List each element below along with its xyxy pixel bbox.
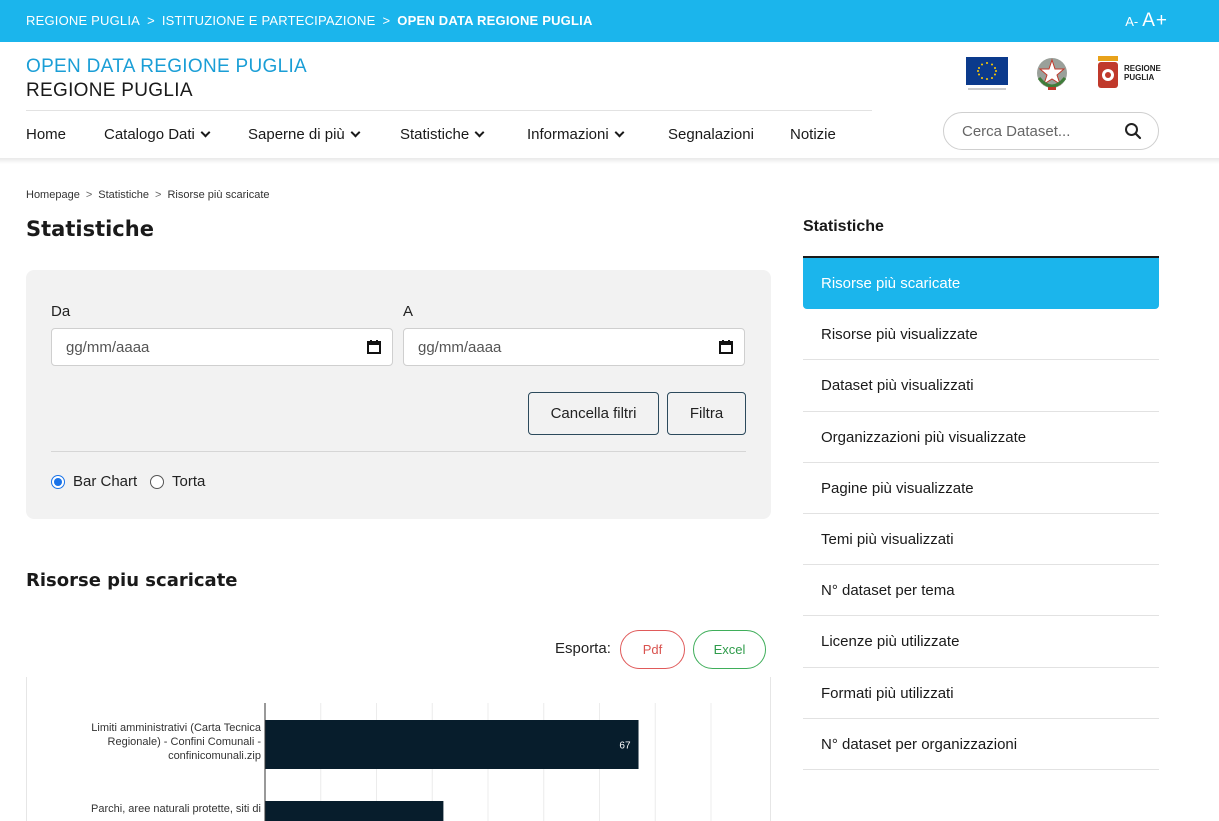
pie-chart-radio-label[interactable]: Torta bbox=[172, 472, 205, 492]
top-crumb-open-data[interactable]: OPEN DATA REGIONE PUGLIA bbox=[397, 13, 592, 28]
regione-puglia-logo-line1: REGIONE bbox=[1124, 64, 1161, 73]
nav-home-label: Home bbox=[26, 126, 67, 143]
date-to-input[interactable]: gg/mm/aaaa bbox=[403, 328, 745, 366]
chevron-down-icon bbox=[474, 127, 485, 138]
font-decrease-a: A bbox=[1125, 14, 1134, 29]
chart-category-label: confinicomunali.zip bbox=[168, 750, 261, 762]
chevron-down-icon bbox=[614, 127, 625, 138]
filter-panel: Da A gg/mm/aaaa gg/mm/aaaa Cancella filt… bbox=[26, 270, 771, 519]
breadcrumb-current: Risorse più scaricate bbox=[167, 189, 270, 201]
date-to-label: A bbox=[403, 303, 414, 320]
nav-statistiche-label: Statistiche bbox=[400, 126, 470, 143]
font-increase-button[interactable]: A+ bbox=[1138, 10, 1167, 31]
nav-informazioni-label: Informazioni bbox=[527, 126, 609, 143]
nav-statistiche[interactable]: Statistiche bbox=[400, 118, 485, 152]
apply-filter-button[interactable]: Filtra bbox=[667, 392, 746, 435]
font-increase-a: A bbox=[1142, 10, 1155, 31]
dataset-search bbox=[943, 112, 1159, 150]
site-title[interactable]: OPEN DATA REGIONE PUGLIA bbox=[26, 56, 307, 78]
sidebar-item-dataset-per-organizzazioni[interactable]: N° dataset per organizzazioni bbox=[803, 719, 1159, 770]
sidebar-item-dataset-piu-visualizzati[interactable]: Dataset più visualizzati bbox=[803, 360, 1159, 412]
eu-flag-logo bbox=[966, 57, 1008, 90]
sidebar-item-temi-piu-visualizzati[interactable]: Temi più visualizzati bbox=[803, 514, 1159, 566]
sidebar-menu: Risorse più scaricate Risorse più visual… bbox=[803, 258, 1159, 770]
nav-notizie[interactable]: Notizie bbox=[790, 118, 836, 152]
italian-republic-emblem bbox=[1037, 58, 1067, 90]
search-icon[interactable] bbox=[1124, 122, 1142, 140]
chart-category-label: Parchi, aree naturali protette, siti di bbox=[91, 803, 261, 815]
clear-filters-button[interactable]: Cancella filtri bbox=[528, 392, 659, 435]
export-label: Esporta: bbox=[555, 640, 611, 657]
chevron-down-icon bbox=[350, 127, 361, 138]
date-from-placeholder: gg/mm/aaaa bbox=[66, 339, 150, 356]
chart-category-label: Regionale) - Confini Comunali - bbox=[108, 736, 262, 748]
date-to-placeholder: gg/mm/aaaa bbox=[418, 339, 502, 356]
nav-home[interactable]: Home bbox=[26, 118, 66, 152]
calendar-icon[interactable] bbox=[366, 339, 382, 355]
bar-chart: 67 Limiti amministrativi (Carta Tecnica Re… bbox=[26, 677, 771, 821]
chart-bar bbox=[265, 720, 639, 769]
top-crumb-separator: > bbox=[382, 13, 391, 28]
nav-informazioni[interactable]: Informazioni bbox=[527, 118, 625, 152]
font-decrease-button[interactable]: A- bbox=[1125, 13, 1138, 30]
bar-chart-radio[interactable] bbox=[51, 475, 65, 489]
breadcrumb: Homepage > Statistiche > Risorse più scarica… bbox=[26, 189, 270, 201]
sidebar-item-risorse-piu-visualizzate[interactable]: Risorse più visualizzate bbox=[803, 309, 1159, 361]
export-excel-button[interactable]: Excel bbox=[693, 630, 766, 669]
site-subtitle: REGIONE PUGLIA bbox=[26, 80, 193, 101]
sidebar-item-licenze-piu-utilizzate[interactable]: Licenze più utilizzate bbox=[803, 616, 1159, 668]
sidebar-item-risorse-piu-scaricate[interactable]: Risorse più scaricate bbox=[803, 258, 1159, 310]
sidebar-title: Statistiche bbox=[803, 218, 884, 235]
top-crumb-istituzione[interactable]: ISTITUZIONE E PARTECIPAZIONE bbox=[162, 13, 376, 28]
font-size-controls: A- A+ bbox=[1125, 0, 1167, 42]
nav-catalogo-dati[interactable]: Catalogo Dati bbox=[104, 118, 211, 152]
panel-divider bbox=[51, 451, 746, 452]
results-title: Risorse piu scaricate bbox=[26, 570, 238, 591]
nav-saperne-di-piu[interactable]: Saperne di più bbox=[248, 118, 361, 152]
font-increase-plus: + bbox=[1155, 10, 1167, 31]
breadcrumb-homepage[interactable]: Homepage bbox=[26, 189, 80, 201]
date-from-input[interactable]: gg/mm/aaaa bbox=[51, 328, 393, 366]
date-from-label: Da bbox=[51, 303, 71, 320]
export-pdf-button[interactable]: Pdf bbox=[620, 630, 685, 669]
institution-breadcrumb: REGIONE PUGLIA > ISTITUZIONE E PARTECIPAZI… bbox=[26, 0, 593, 42]
breadcrumb-separator: > bbox=[155, 189, 162, 201]
regione-puglia-logo[interactable]: REGIONE PUGLIA bbox=[1096, 54, 1176, 94]
nav-saperne-label: Saperne di più bbox=[248, 126, 345, 143]
top-crumb-regione-puglia[interactable]: REGIONE PUGLIA bbox=[26, 13, 140, 28]
header-shadow bbox=[0, 158, 1219, 164]
regione-puglia-logo-line2: PUGLIA bbox=[1124, 73, 1155, 82]
chevron-down-icon bbox=[200, 127, 211, 138]
nav-notizie-label: Notizie bbox=[790, 126, 836, 143]
chart-category-label: Limiti amministrativi (Carta Tecnica bbox=[91, 722, 262, 734]
regione-puglia-logo-text: REGIONE PUGLIA bbox=[1124, 64, 1161, 82]
search-input[interactable] bbox=[962, 121, 1112, 141]
breadcrumb-statistiche[interactable]: Statistiche bbox=[98, 189, 149, 201]
nav-segnalazioni[interactable]: Segnalazioni bbox=[668, 118, 754, 152]
bar-chart-radio-label[interactable]: Bar Chart bbox=[73, 472, 137, 492]
chart-data-label: 67 bbox=[619, 741, 631, 752]
sidebar-item-dataset-per-tema[interactable]: N° dataset per tema bbox=[803, 565, 1159, 617]
nav-segnalazioni-label: Segnalazioni bbox=[668, 126, 754, 143]
top-bar: REGIONE PUGLIA > ISTITUZIONE E PARTECIPAZI… bbox=[0, 0, 1219, 42]
header-divider bbox=[26, 110, 872, 111]
pie-chart-radio[interactable] bbox=[150, 475, 164, 489]
regione-puglia-shield-icon bbox=[1098, 56, 1118, 88]
chart-bar bbox=[265, 801, 444, 821]
breadcrumb-separator: > bbox=[85, 189, 93, 201]
calendar-icon[interactable] bbox=[718, 339, 734, 355]
page-title: Statistiche bbox=[26, 217, 154, 241]
sidebar-item-organizzazioni-piu-visualizzate[interactable]: Organizzazioni più visualizzate bbox=[803, 412, 1159, 463]
nav-catalogo-dati-label: Catalogo Dati bbox=[104, 126, 195, 143]
top-crumb-separator: > bbox=[147, 13, 155, 28]
sidebar-item-formati-piu-utilizzati[interactable]: Formati più utilizzati bbox=[803, 668, 1159, 719]
bar-chart-svg: 67 Limiti amministrativi (Carta Tecnica Re… bbox=[91, 703, 712, 821]
sidebar-item-pagine-piu-visualizzate[interactable]: Pagine più visualizzate bbox=[803, 463, 1159, 514]
